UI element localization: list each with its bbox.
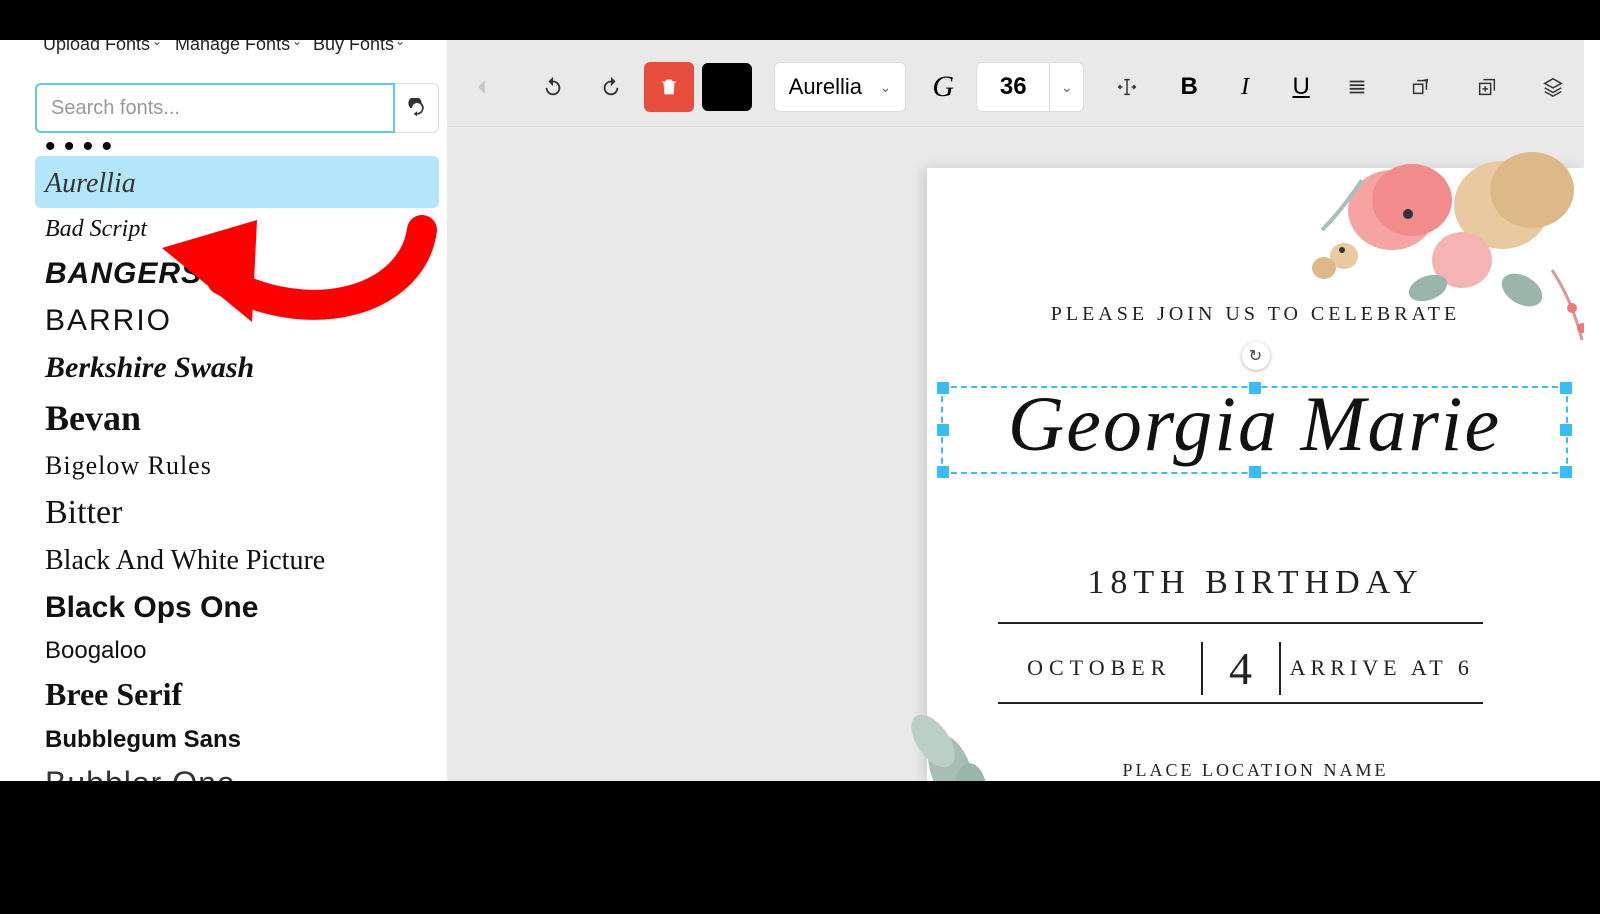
toolbar-divider: [447, 126, 1584, 127]
chevron-down-icon: ⌄: [1061, 79, 1073, 96]
resize-handle-bm[interactable]: [1249, 466, 1261, 478]
align-justify-icon: [1346, 76, 1368, 98]
font-item-bevan[interactable]: Bevan: [35, 389, 439, 444]
font-style-button[interactable]: G: [918, 62, 968, 112]
divider: [998, 622, 1483, 624]
canvas-area: Aurellia ⌄ G 36 ⌄ B I U: [447, 40, 1584, 781]
invitation-location[interactable]: PLACE LOCATION NAME: [927, 760, 1584, 781]
underline-button[interactable]: U: [1276, 62, 1326, 112]
tab-upload-fonts[interactable]: Upload Fonts: [43, 40, 150, 55]
font-item-boogaloo[interactable]: Boogaloo: [35, 629, 439, 668]
text-cursor-icon: [1116, 76, 1138, 98]
resize-handle-ml[interactable]: [937, 424, 949, 436]
tab-manage-fonts[interactable]: Manage Fonts: [175, 40, 290, 55]
font-item-bangers[interactable]: BANGERS: [35, 248, 439, 295]
letterbox-bottom: [0, 781, 1600, 914]
align-button[interactable]: [1332, 62, 1382, 112]
undo-button[interactable]: [528, 62, 578, 112]
text-color-swatch[interactable]: [702, 63, 752, 111]
resize-handle-br[interactable]: [1560, 466, 1572, 478]
resize-handle-bl[interactable]: [937, 466, 949, 478]
design-editor-window: Upload Fonts ⌄ Manage Fonts ⌄ Buy Fonts …: [17, 40, 1584, 781]
font-item-bubbler-one[interactable]: Bubbler One: [35, 757, 439, 781]
selection-box[interactable]: [941, 386, 1568, 474]
back-button[interactable]: [457, 62, 507, 112]
chevron-down-icon: ⌄: [152, 40, 162, 48]
chevron-left-icon: [471, 76, 493, 98]
font-item-bitter[interactable]: Bitter: [35, 485, 439, 537]
invitation-date-row[interactable]: OCTOBER 4 ARRIVE AT 6: [998, 638, 1483, 698]
sidebar-tabs: Upload Fonts ⌄ Manage Fonts ⌄ Buy Fonts …: [17, 40, 447, 64]
font-item-bigelow-rules[interactable]: Bigelow Rules: [35, 443, 439, 485]
script-g-icon: G: [932, 70, 954, 104]
chevron-down-icon: ⌄: [880, 79, 892, 96]
chevron-down-icon: ⌄: [292, 40, 302, 48]
invitation-day: 4: [1201, 642, 1281, 695]
chevron-down-icon: ⌄: [395, 40, 405, 48]
redo-button[interactable]: [586, 62, 636, 112]
font-sidebar: Upload Fonts ⌄ Manage Fonts ⌄ Buy Fonts …: [17, 40, 447, 781]
font-list-peek: • • • •: [35, 142, 439, 156]
font-list[interactable]: • • • • AurelliaBad ScriptBANGERSBARRIOB…: [35, 142, 439, 781]
duplicate-button[interactable]: [1462, 62, 1512, 112]
trash-icon: [658, 76, 680, 98]
popout-icon: [1409, 76, 1431, 98]
font-item-bad-script[interactable]: Bad Script: [35, 208, 439, 247]
font-item-aurellia[interactable]: Aurellia: [35, 156, 439, 208]
font-item-bubblegum-sans[interactable]: Bubblegum Sans: [35, 718, 439, 757]
floral-decoration: [1272, 150, 1584, 370]
resize-handle-mr[interactable]: [1560, 424, 1572, 436]
invitation-arrive: ARRIVE AT 6: [1281, 655, 1484, 681]
resize-handle-tl[interactable]: [937, 382, 949, 394]
font-item-black-and-white-picture[interactable]: Black And White Picture: [35, 537, 439, 581]
font-item-bree-serif[interactable]: Bree Serif: [35, 668, 439, 718]
letterbox-top: [0, 0, 1600, 40]
layers-icon: [1542, 76, 1564, 98]
invitation-tagline[interactable]: PLEASE JOIN US TO CELEBRATE: [927, 303, 1584, 326]
layers-button[interactable]: [1528, 62, 1578, 112]
font-family-value: Aurellia: [789, 74, 862, 100]
redo-icon: [600, 76, 622, 98]
text-spacing-button[interactable]: [1102, 62, 1152, 112]
font-item-berkshire-swash[interactable]: Berkshire Swash: [35, 342, 439, 389]
bold-button[interactable]: B: [1164, 62, 1214, 112]
delete-button[interactable]: [644, 62, 694, 112]
invitation-canvas[interactable]: PLEASE JOIN US TO CELEBRATE ↻ Georgia Ma…: [927, 168, 1584, 781]
font-size-input[interactable]: 36: [976, 62, 1050, 112]
font-family-dropdown[interactable]: Aurellia ⌄: [774, 62, 907, 112]
editor-toolbar: Aurellia ⌄ G 36 ⌄ B I U: [447, 58, 1584, 116]
search-input[interactable]: [35, 83, 395, 133]
font-size-dropdown[interactable]: ⌄: [1050, 62, 1084, 112]
copy-plus-icon: [1476, 76, 1498, 98]
refresh-fonts-button[interactable]: [395, 83, 439, 133]
invitation-month: OCTOBER: [998, 655, 1201, 681]
tab-buy-fonts[interactable]: Buy Fonts: [313, 40, 394, 55]
italic-button[interactable]: I: [1220, 62, 1270, 112]
font-item-barrio[interactable]: BARRIO: [35, 295, 439, 342]
undo-icon: [542, 76, 564, 98]
resize-handle-tr[interactable]: [1560, 382, 1572, 394]
refresh-icon: [407, 98, 427, 118]
font-item-black-ops-one[interactable]: Black Ops One: [35, 582, 439, 629]
arrange-button[interactable]: [1395, 62, 1445, 112]
divider: [998, 702, 1483, 704]
resize-handle-tm[interactable]: [1249, 382, 1261, 394]
invitation-event[interactable]: 18TH BIRTHDAY: [927, 564, 1584, 602]
